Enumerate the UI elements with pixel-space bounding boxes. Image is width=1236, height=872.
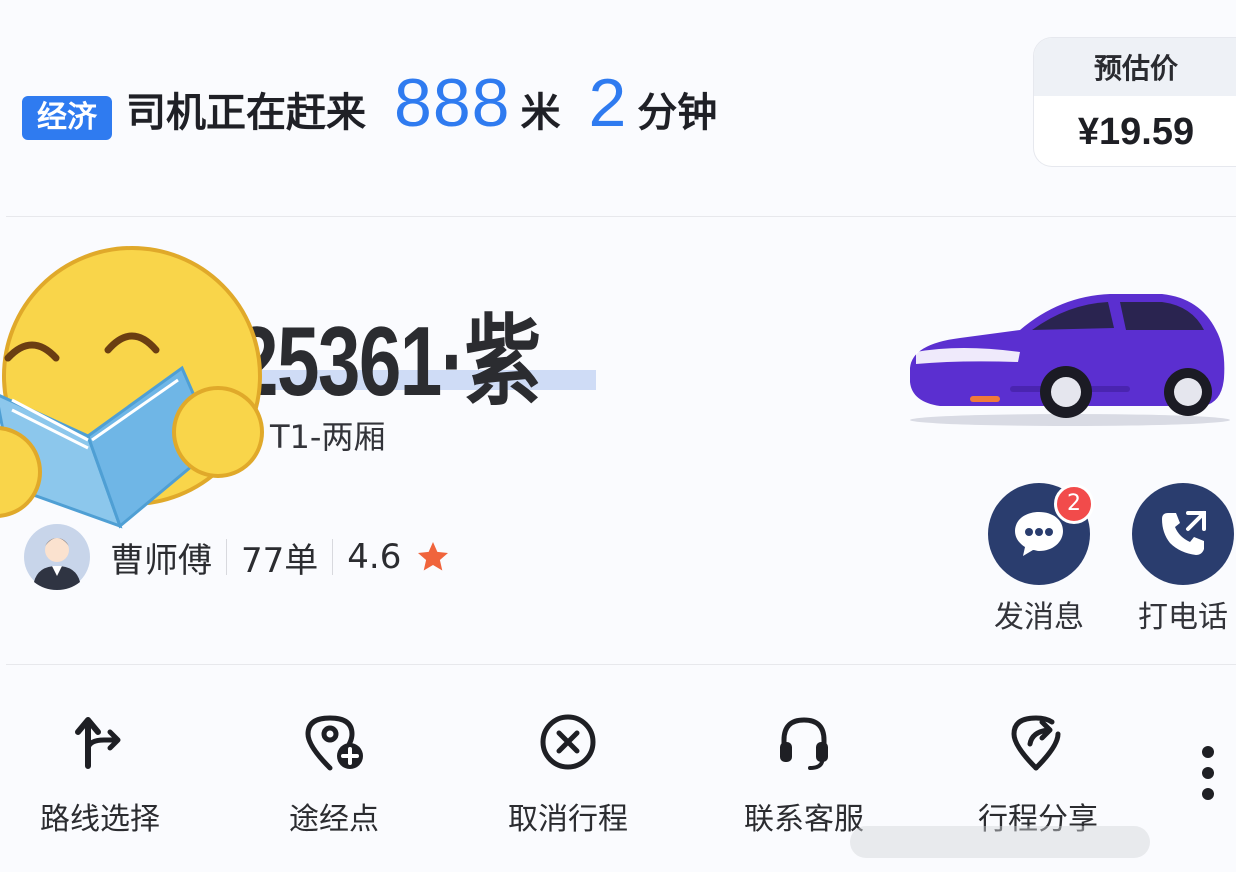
gesture-overlay (850, 826, 1150, 858)
action-label: 路线选择 (40, 802, 160, 837)
waypoint-add-icon (305, 715, 363, 771)
driver-info: 曹师傅 77单 4.6 (110, 532, 451, 582)
license-plate: 25361·紫 (236, 306, 541, 416)
car-illustration (910, 294, 1230, 426)
action-label: 取消行程 (508, 802, 628, 837)
distance-unit: 米 (520, 90, 561, 136)
cancel-icon (540, 714, 596, 770)
divider (6, 664, 1236, 665)
action-customer-service[interactable]: 联系客服 (704, 712, 904, 842)
driver-name: 曹师傅 (110, 540, 212, 581)
driver-status-line: 司机正在赶来 888 米 2 分钟 (126, 64, 717, 164)
action-share-trip[interactable]: 行程分享 (938, 712, 1138, 842)
status-text: 司机正在赶来 (126, 90, 366, 136)
share-trip-icon (1011, 715, 1061, 771)
route-icon (75, 717, 121, 769)
price-estimate-card[interactable]: 预估价 ¥19.59 (1034, 38, 1236, 166)
action-cancel-trip[interactable]: 取消行程 (468, 712, 668, 842)
more-options-icon[interactable] (1196, 744, 1220, 802)
price-label: 预估价 (1034, 38, 1236, 96)
ride-type-badge: 经济 (22, 96, 112, 140)
action-route-select[interactable]: 路线选择 (0, 712, 200, 842)
action-waypoint[interactable]: 途经点 (234, 712, 434, 842)
star-icon (418, 542, 449, 571)
call-button[interactable] (1132, 483, 1234, 585)
car-model: T1-两厢 (270, 418, 386, 456)
driver-rating: 4.6 (347, 537, 402, 577)
eta-value: 2 (588, 65, 628, 141)
call-label[interactable]: 打电话 (1138, 592, 1228, 636)
distance-value: 888 (394, 65, 511, 141)
phone-call-icon (1162, 511, 1206, 555)
separator (226, 539, 227, 575)
message-label[interactable]: 发消息 (994, 592, 1084, 636)
eta-unit: 分钟 (637, 90, 718, 136)
driver-orders: 77单 (241, 540, 319, 581)
reading-emoji-sticker (0, 246, 264, 529)
divider (6, 216, 1236, 217)
headset-icon (780, 717, 828, 770)
driver-avatar[interactable] (24, 524, 90, 590)
unread-count-badge: 2 (1054, 484, 1094, 524)
action-label: 途经点 (289, 802, 379, 837)
separator (332, 539, 334, 575)
price-value: ¥19.59 (1077, 111, 1195, 153)
